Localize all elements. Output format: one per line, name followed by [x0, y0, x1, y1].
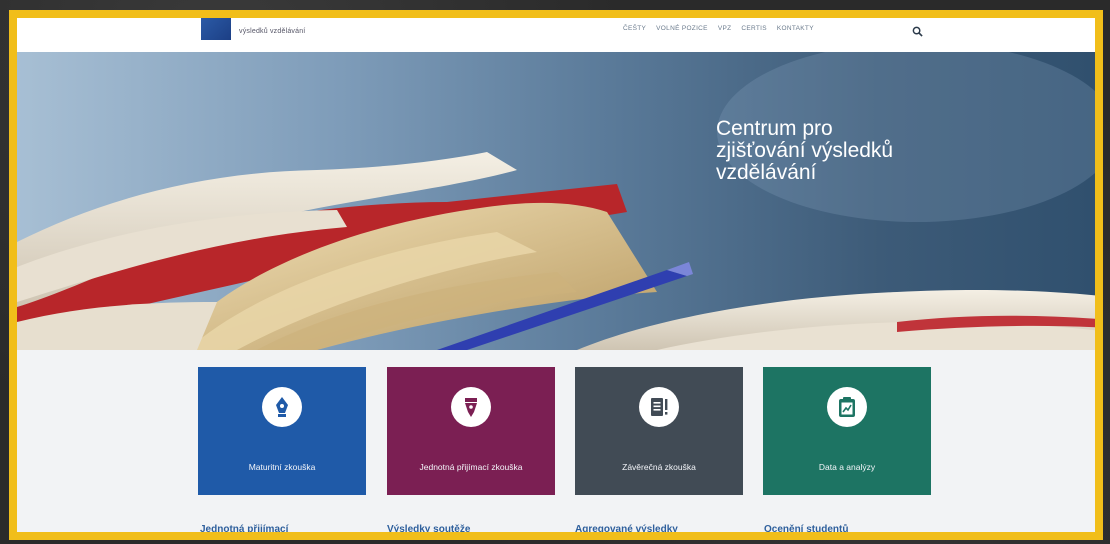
tile-icon-circle [639, 387, 679, 427]
tile-jednotna-prijimaci-zkouska[interactable]: Jednotná přijímací zkouška [387, 367, 555, 495]
nav-item-cesty[interactable]: ČEŠTY [623, 25, 646, 32]
logo-mark[interactable] [201, 18, 231, 40]
hero-title: Centrum pro zjišťování výsledků vzdělává… [716, 117, 894, 184]
site-header: výsledků vzdělávání ČEŠTY VOLNÉ POZICE V… [17, 18, 1095, 52]
fountain-pen-nib-icon [276, 397, 288, 417]
section-heading-oceneni[interactable]: Ocenění studentů [764, 524, 848, 532]
tile-maturitni-zkouska[interactable]: Maturitní zkouška [198, 367, 366, 495]
tile-label: Data a analýzy [818, 462, 876, 472]
document-exclamation-icon [651, 398, 668, 416]
nav-item-certis[interactable]: CERTIS [741, 25, 767, 32]
section-heading-jednotna[interactable]: Jednotná přijímací [200, 524, 288, 532]
screenshot-frame: výsledků vzdělávání ČEŠTY VOLNÉ POZICE V… [9, 10, 1103, 540]
hero-banner: Centrum pro zjišťování výsledků vzdělává… [17, 52, 1095, 350]
tile-label: Jednotná přijímací zkouška [419, 462, 523, 472]
tile-label: Závěrečná zkouška [622, 462, 696, 472]
section-heading-agregovane[interactable]: Agregované výsledky [575, 524, 678, 532]
tile-icon-circle [451, 387, 491, 427]
clipboard-chart-icon [839, 397, 855, 417]
search-icon[interactable] [912, 26, 923, 37]
tile-data-a-analyzy[interactable]: Data a analýzy [763, 367, 931, 495]
tile-label: Maturitní zkouška [248, 462, 316, 472]
nav-item-volne-pozice[interactable]: VOLNÉ POZICE [656, 25, 708, 32]
logo-text[interactable]: výsledků vzdělávání [239, 28, 305, 35]
tile-icon-circle [827, 387, 867, 427]
nav-item-vpz[interactable]: VPZ [718, 25, 732, 32]
books-illustration [17, 52, 1095, 350]
section-heading-vysledky[interactable]: Výsledky soutěže [387, 524, 470, 532]
tile-icon-circle [262, 387, 302, 427]
tile-zaverecna-zkouska[interactable]: Závěrečná zkouška [575, 367, 743, 495]
nav-item-kontakty[interactable]: KONTAKTY [777, 25, 814, 32]
fountain-pen-icon [465, 398, 477, 417]
main-nav: ČEŠTY VOLNÉ POZICE VPZ CERTIS KONTAKTY [623, 25, 814, 32]
